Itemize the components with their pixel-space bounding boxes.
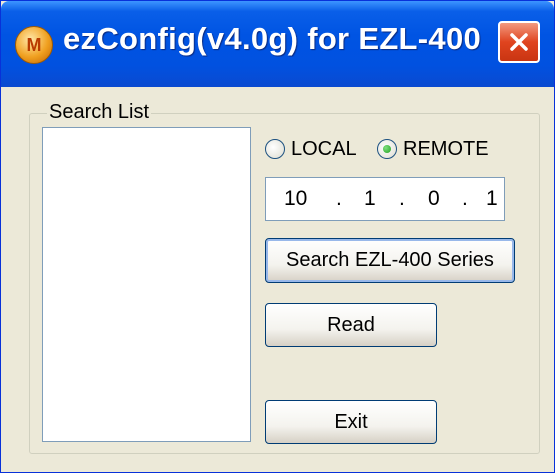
radio-local[interactable]: LOCAL xyxy=(265,137,357,161)
search-list-label: Search List xyxy=(47,101,152,124)
read-button[interactable]: Read xyxy=(265,303,437,347)
title-bar[interactable]: M ezConfig(v4.0g) for EZL-400 series. xyxy=(1,1,554,87)
ip-octet-1: 10 xyxy=(284,187,308,210)
radio-remote[interactable]: REMOTE xyxy=(377,137,489,161)
app-icon: M xyxy=(15,26,53,64)
radio-remote-label: REMOTE xyxy=(403,137,489,160)
ip-octet-4: 1 xyxy=(486,187,498,210)
search-list[interactable] xyxy=(42,127,251,442)
ip-octet-2: 1 xyxy=(364,187,376,210)
ip-separator-2: . xyxy=(399,187,405,210)
ip-address-field[interactable]: 10 . 1 . 0 . 1 xyxy=(265,177,505,221)
close-icon xyxy=(510,33,528,51)
radio-remote-circle[interactable] xyxy=(377,139,397,159)
ip-separator-1: . xyxy=(336,187,342,210)
ip-octet-3: 0 xyxy=(428,187,440,210)
radio-local-label: LOCAL xyxy=(291,137,357,160)
window-title: ezConfig(v4.0g) for EZL-400 series. xyxy=(63,21,483,56)
ip-separator-3: . xyxy=(462,187,468,210)
radio-local-circle[interactable] xyxy=(265,139,285,159)
exit-button[interactable]: Exit xyxy=(265,400,437,444)
app-window: M ezConfig(v4.0g) for EZL-400 series. Se… xyxy=(0,0,555,473)
close-button[interactable] xyxy=(498,21,540,63)
search-button[interactable]: Search EZL-400 Series xyxy=(265,238,515,283)
